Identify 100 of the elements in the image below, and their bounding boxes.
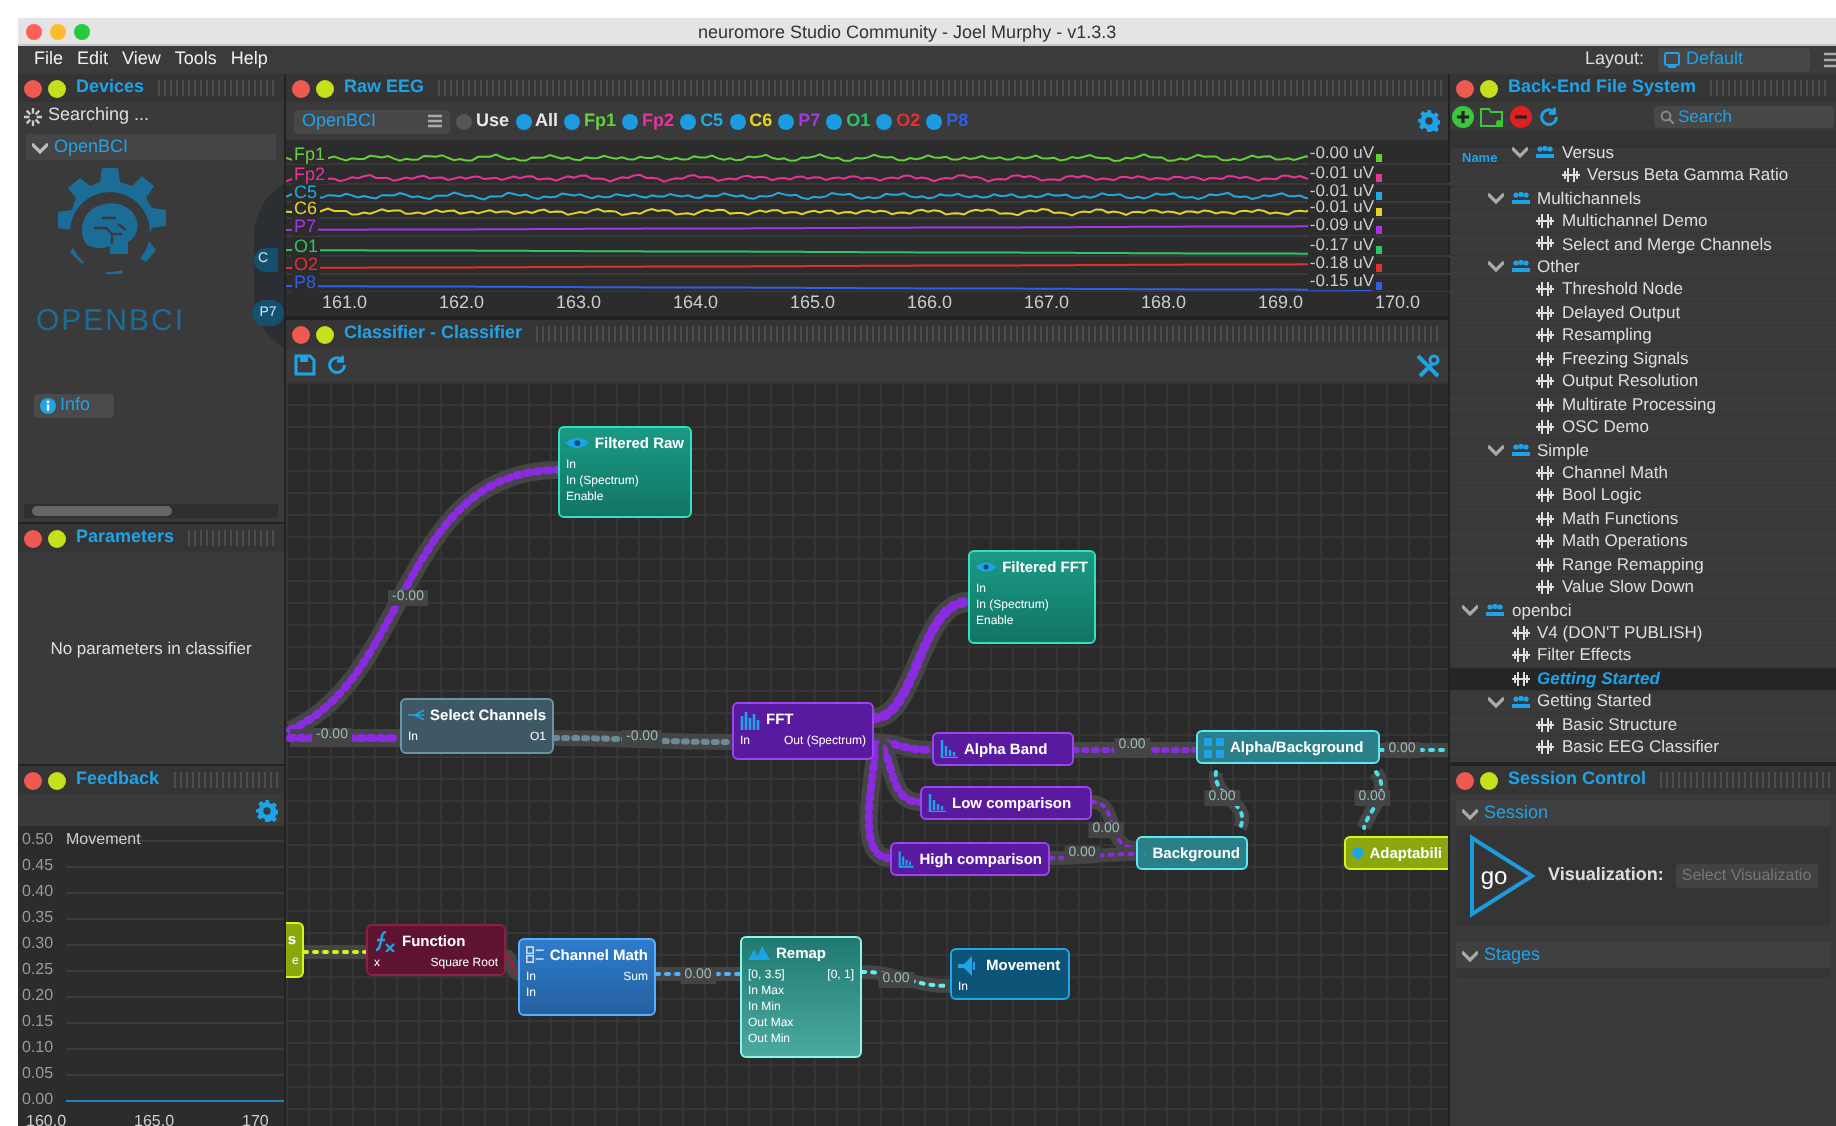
- tree-item[interactable]: Range Remapping: [1450, 553, 1836, 577]
- channel-toggle[interactable]: C6: [729, 107, 773, 135]
- channel-reading: -0.00 uV: [1307, 144, 1376, 162]
- connection-line[interactable]: [654, 967, 742, 981]
- close-button[interactable]: [24, 771, 42, 789]
- tree-item[interactable]: Bool Logic: [1450, 485, 1836, 508]
- drag-grip[interactable]: [1710, 80, 1830, 96]
- tree-item[interactable]: Multirate Processing: [1450, 393, 1836, 417]
- chevron-icon[interactable]: [1512, 146, 1528, 159]
- menu-icon[interactable]: [1824, 52, 1836, 68]
- tree-item[interactable]: Channel Math: [1450, 462, 1836, 486]
- float-button[interactable]: [48, 529, 66, 547]
- go-button[interactable]: go: [1468, 834, 1536, 918]
- node-icon: [1536, 397, 1554, 412]
- channel-label: Fp2: [292, 166, 328, 184]
- tree-item[interactable]: Output Resolution: [1450, 370, 1836, 394]
- channel-toggle[interactable]: Use: [456, 107, 510, 135]
- tree-item[interactable]: Getting Started: [1450, 668, 1836, 691]
- drag-grip[interactable]: [173, 772, 278, 788]
- drag-grip[interactable]: [188, 530, 278, 546]
- chevron-icon[interactable]: [1462, 949, 1478, 961]
- float-button[interactable]: [1480, 771, 1498, 789]
- wrench-icon[interactable]: [1416, 353, 1440, 377]
- channel-toggle[interactable]: All: [515, 107, 559, 135]
- connection-line[interactable]: [302, 945, 368, 959]
- tree-item[interactable]: OSC Demo: [1450, 416, 1836, 440]
- node-icon: [1536, 374, 1554, 389]
- menu-item[interactable]: Help: [230, 46, 268, 74]
- tree-item[interactable]: Multichannels: [1450, 187, 1836, 211]
- section-header[interactable]: Session: [1456, 800, 1830, 826]
- float-button[interactable]: [1480, 79, 1498, 97]
- settings-icon[interactable]: [256, 799, 278, 821]
- close-button[interactable]: [1456, 771, 1474, 789]
- close-button[interactable]: [24, 79, 42, 97]
- scrollbar[interactable]: [24, 504, 278, 518]
- connection-line[interactable]: [1357, 768, 1389, 831]
- folder-icon[interactable]: [1480, 105, 1504, 127]
- add-icon[interactable]: [1452, 105, 1474, 127]
- menu-item[interactable]: Edit: [77, 46, 109, 74]
- drag-grip[interactable]: [158, 80, 278, 96]
- tree-item[interactable]: Simple: [1450, 439, 1836, 463]
- menu-item[interactable]: View: [122, 46, 161, 74]
- settings-icon[interactable]: [1418, 110, 1440, 132]
- tree-item[interactable]: Value Slow Down: [1450, 576, 1836, 600]
- drag-grip[interactable]: [1660, 772, 1830, 788]
- folder-people-icon: [1511, 695, 1529, 708]
- chevron-icon[interactable]: [1462, 807, 1478, 819]
- float-button[interactable]: [316, 325, 334, 343]
- float-button[interactable]: [316, 79, 334, 97]
- chevron-icon[interactable]: [1487, 260, 1503, 273]
- connection-line[interactable]: [1208, 770, 1250, 831]
- chevron-icon[interactable]: [1462, 603, 1478, 616]
- chevron-icon[interactable]: [1487, 192, 1503, 205]
- tree-item[interactable]: Getting Started: [1450, 691, 1836, 714]
- connection-line[interactable]: [1048, 847, 1138, 865]
- tree-item[interactable]: Math Operations: [1450, 530, 1836, 554]
- chevron-icon[interactable]: [1487, 695, 1503, 708]
- layout-icon: [1664, 52, 1680, 68]
- drag-grip[interactable]: [438, 80, 1442, 96]
- tree-item[interactable]: Versus Beta Gamma Ratio: [1450, 164, 1836, 188]
- node-icon: [1561, 168, 1579, 183]
- channel-label: Fp1: [292, 146, 328, 164]
- section-header[interactable]: Stages: [1456, 942, 1830, 968]
- close-button[interactable]: [292, 325, 310, 343]
- close-button[interactable]: [1456, 79, 1474, 97]
- menu-item[interactable]: File: [34, 46, 64, 74]
- remove-icon[interactable]: [1510, 105, 1532, 127]
- menu-item[interactable]: Tools: [174, 46, 217, 74]
- tree-item[interactable]: Other: [1450, 256, 1836, 280]
- close-button[interactable]: [24, 529, 42, 547]
- bar-graph-icon: [940, 740, 958, 758]
- chevron-icon[interactable]: [1487, 443, 1503, 456]
- tree-item[interactable]: Multichannel Demo: [1450, 210, 1836, 234]
- channel-toggle[interactable]: Fp1: [564, 107, 617, 135]
- tree-item[interactable]: Freezing Signals: [1450, 347, 1836, 371]
- tree-item[interactable]: Threshold Node: [1450, 279, 1836, 303]
- tree-item[interactable]: Basic Structure: [1450, 713, 1836, 737]
- connection-line[interactable]: [860, 965, 952, 993]
- float-button[interactable]: [48, 79, 66, 97]
- float-button[interactable]: [48, 771, 66, 789]
- axis-label: 0.20: [22, 988, 54, 1004]
- refresh-icon[interactable]: [1538, 105, 1560, 127]
- tree-item[interactable]: Resampling: [1450, 325, 1836, 348]
- connection-line[interactable]: [502, 949, 522, 981]
- channel-toggle[interactable]: C5: [680, 107, 724, 135]
- drag-grip[interactable]: [536, 326, 1442, 342]
- node-icon: [1536, 419, 1554, 434]
- tree-item[interactable]: V4 (DON'T PUBLISH): [1450, 622, 1836, 646]
- refresh-icon[interactable]: [326, 354, 348, 376]
- tree-item[interactable]: Select and Merge Channels: [1450, 233, 1836, 257]
- close-button[interactable]: [26, 23, 42, 39]
- tree-item[interactable]: Basic EEG Classifier: [1450, 736, 1836, 760]
- close-button[interactable]: [292, 79, 310, 97]
- status-text: Searching ...: [48, 102, 150, 129]
- channel-reading: -0.17 uV: [1307, 236, 1376, 254]
- tree-item[interactable]: Math Functions: [1450, 508, 1836, 531]
- channel-toggle[interactable]: O1: [826, 107, 871, 135]
- save-icon[interactable]: [294, 354, 316, 376]
- tree-item[interactable]: Delayed Output: [1450, 302, 1836, 325]
- tree-item[interactable]: openbci: [1450, 599, 1836, 623]
